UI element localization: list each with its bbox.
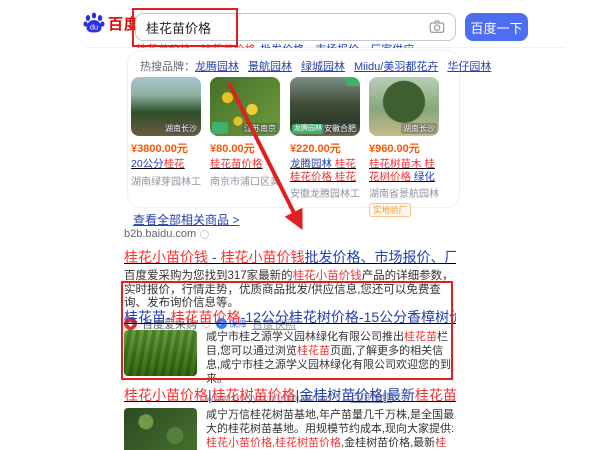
- hot-brand-link[interactable]: 龙腾园林: [195, 61, 239, 73]
- view-all-products-link[interactable]: 查看全部相关商品 >: [133, 211, 239, 228]
- product-card[interactable]: 湖南长沙¥3800.00元20公分桂花湖南绿芽园林工程...: [131, 77, 201, 188]
- text-segment: 百度爱采购为您找到317家最新的: [124, 270, 293, 282]
- baidu-search-results-page: du 百度 百度一下 桂花苗价格 - 桂花苗价格 批发价格、市场报价、厂家供应 …: [0, 0, 600, 450]
- hot-brands-label: 热搜品牌：: [140, 61, 195, 73]
- hot-brand-link[interactable]: 绿城园林: [301, 61, 345, 73]
- search-input[interactable]: [136, 20, 429, 35]
- text-segment: 桂花苗价格: [171, 309, 241, 325]
- product-title-link[interactable]: 桂花苗价格: [210, 158, 280, 171]
- text-segment: 咸宁市桂之源学义园林绿化有限公司推出: [206, 331, 404, 343]
- text-segment: 咸宁万信桂花树苗基地,年产苗量几千万株,是全国最大的桂花树苗基地。用规模节约成本…: [206, 409, 454, 435]
- clipped-result-strip: 桂花苗价格 - 桂花苗价格 批发价格、市场报价、厂家供应 - 百度爱采购: [136, 40, 426, 48]
- text-segment: ,金桂树苗价格,最新: [341, 437, 435, 449]
- search-box[interactable]: [135, 13, 456, 41]
- text-segment: 桂花树苗价格: [212, 387, 296, 403]
- seller-name: 南京市浦口区黄...: [210, 173, 280, 188]
- hot-brands-row: 热搜品牌：龙腾园林景航园林绿城园林 Miidu/美羽都花卉华仔园林: [140, 58, 500, 74]
- text-segment: 桂花苗-: [124, 309, 171, 325]
- text-segment: 桂花: [164, 158, 185, 170]
- text-segment: 桂花苗价格: [415, 387, 456, 403]
- location-label: 湖南长沙: [401, 123, 437, 134]
- search-submit-button[interactable]: 百度一下: [465, 13, 528, 41]
- baidu-logo[interactable]: du 百度: [82, 11, 140, 35]
- site-domain: b2b.baidu.com: [124, 228, 196, 240]
- hot-brand-link[interactable]: 华仔园林: [447, 61, 491, 73]
- product-card[interactable]: 江苏南京 ¥80.00元桂花苗价格南京市浦口区黄...: [210, 77, 280, 188]
- text-segment: |金桂树苗价格|最新: [296, 387, 415, 403]
- promo-badge: [346, 77, 360, 86]
- camera-icon[interactable]: [429, 19, 445, 35]
- product-price: ¥220.00元: [290, 140, 360, 156]
- text-segment: 桂花苗价格: [210, 158, 263, 170]
- text-segment: 龙腾园林: [290, 158, 335, 170]
- info-circle-icon[interactable]: [200, 230, 209, 239]
- product-image[interactable]: 湖南长沙: [131, 77, 201, 136]
- product-price: ¥80.00元: [210, 140, 280, 156]
- product-price: ¥960.00元: [369, 140, 439, 156]
- location-label: 江苏南京: [242, 123, 278, 134]
- product-card[interactable]: 湖南长沙 ¥960.00元桂花树苗木 桂花树价格 绿化桂花树... 湖南省景航园林绿…: [369, 77, 439, 218]
- seller-name: 安徽龙腾园林工程...: [290, 185, 360, 200]
- seller-name: 湖南省景航园林绿...: [369, 185, 439, 200]
- seller-name: 湖南绿芽园林工程...: [131, 173, 201, 188]
- result-title-link[interactable]: 桂花苗-桂花苗价格-12公分桂花树价格-15公分香樟树价格-咸...: [124, 309, 456, 326]
- text-segment: 桂花小苗价钱: [124, 249, 208, 265]
- text-segment: 桂花小苗价钱: [293, 270, 362, 282]
- text-segment: 批发价格、市场报价、厂家供...: [304, 249, 456, 265]
- product-image[interactable]: 江苏南京: [210, 77, 280, 136]
- svg-text:du: du: [90, 23, 98, 32]
- product-image[interactable]: 龙腾园林安徽合肥: [290, 77, 360, 136]
- text-segment: -12公分桂花树价格-15公分香樟树价格-咸...: [241, 309, 456, 325]
- text-segment: 桂花小苗价钱: [220, 249, 304, 265]
- search-result-3: 桂花小苗价格|桂花树苗价格|金桂树苗价格|最新桂花苗价格 咸宁万信桂花树苗基地,…: [124, 387, 456, 450]
- result-description: 百度爱采购为您找到317家最新的桂花小苗价钱产品的详细参数，实时报价，行情走势，…: [124, 270, 456, 311]
- text-segment: -: [208, 249, 220, 265]
- promo-badge: [212, 122, 228, 134]
- verified-factory-badge: 实地验厂: [369, 203, 411, 217]
- hot-brand-link[interactable]: Miidu/美羽都花卉: [354, 61, 438, 73]
- product-image[interactable]: 湖南长沙: [369, 77, 439, 136]
- location-label: 安徽合肥: [322, 123, 358, 134]
- location-label: 湖南长沙: [163, 123, 199, 134]
- baidu-paw-icon: du: [82, 11, 106, 35]
- text-segment: 桂花苗: [297, 345, 330, 357]
- result-title-link[interactable]: 桂花小苗价格|桂花树苗价格|金桂树苗价格|最新桂花苗价格: [124, 387, 456, 404]
- result-title-link[interactable]: 桂花小苗价钱 - 桂花小苗价钱批发价格、市场报价、厂家供...: [124, 249, 456, 266]
- product-title-link[interactable]: 龙腾园林 桂花 桂花价格 桂花苗 桂...: [290, 158, 360, 183]
- text-segment: 桂花小苗价格,桂花树苗价格: [206, 437, 341, 449]
- product-price: ¥3800.00元: [131, 140, 201, 156]
- product-card[interactable]: 龙腾园林安徽合肥¥220.00元龙腾园林 桂花 桂花价格 桂花苗 桂...安徽龙…: [290, 77, 360, 200]
- result-thumbnail-seedling-field[interactable]: [124, 330, 197, 376]
- text-segment: 20公分: [131, 158, 164, 170]
- site-domain-row: b2b.baidu.com: [124, 228, 209, 240]
- hot-brand-link[interactable]: 景航园林: [248, 61, 292, 73]
- clipped-red-text: 桂花苗价格 - 桂花苗价格: [136, 44, 256, 48]
- product-title-link[interactable]: 20公分桂花: [131, 158, 201, 171]
- result-description: 咸宁市桂之源学义园林绿化有限公司推出桂花苗栏目,您可以通过浏览桂花苗页面,了解更…: [206, 330, 456, 386]
- text-segment: 桂花小苗价格: [124, 387, 208, 403]
- result-description: 咸宁万信桂花树苗基地,年产苗量几千万株,是全国最大的桂花树苗基地。用规模节约成本…: [206, 408, 456, 450]
- result-thumbnail-foliage[interactable]: [124, 408, 197, 450]
- product-title-link[interactable]: 桂花树苗木 桂花树价格 绿化桂花树...: [369, 158, 439, 183]
- seller-badge: 龙腾园林: [292, 124, 324, 134]
- text-segment: 桂花苗: [404, 331, 437, 343]
- text-segment: 绿化: [414, 171, 435, 183]
